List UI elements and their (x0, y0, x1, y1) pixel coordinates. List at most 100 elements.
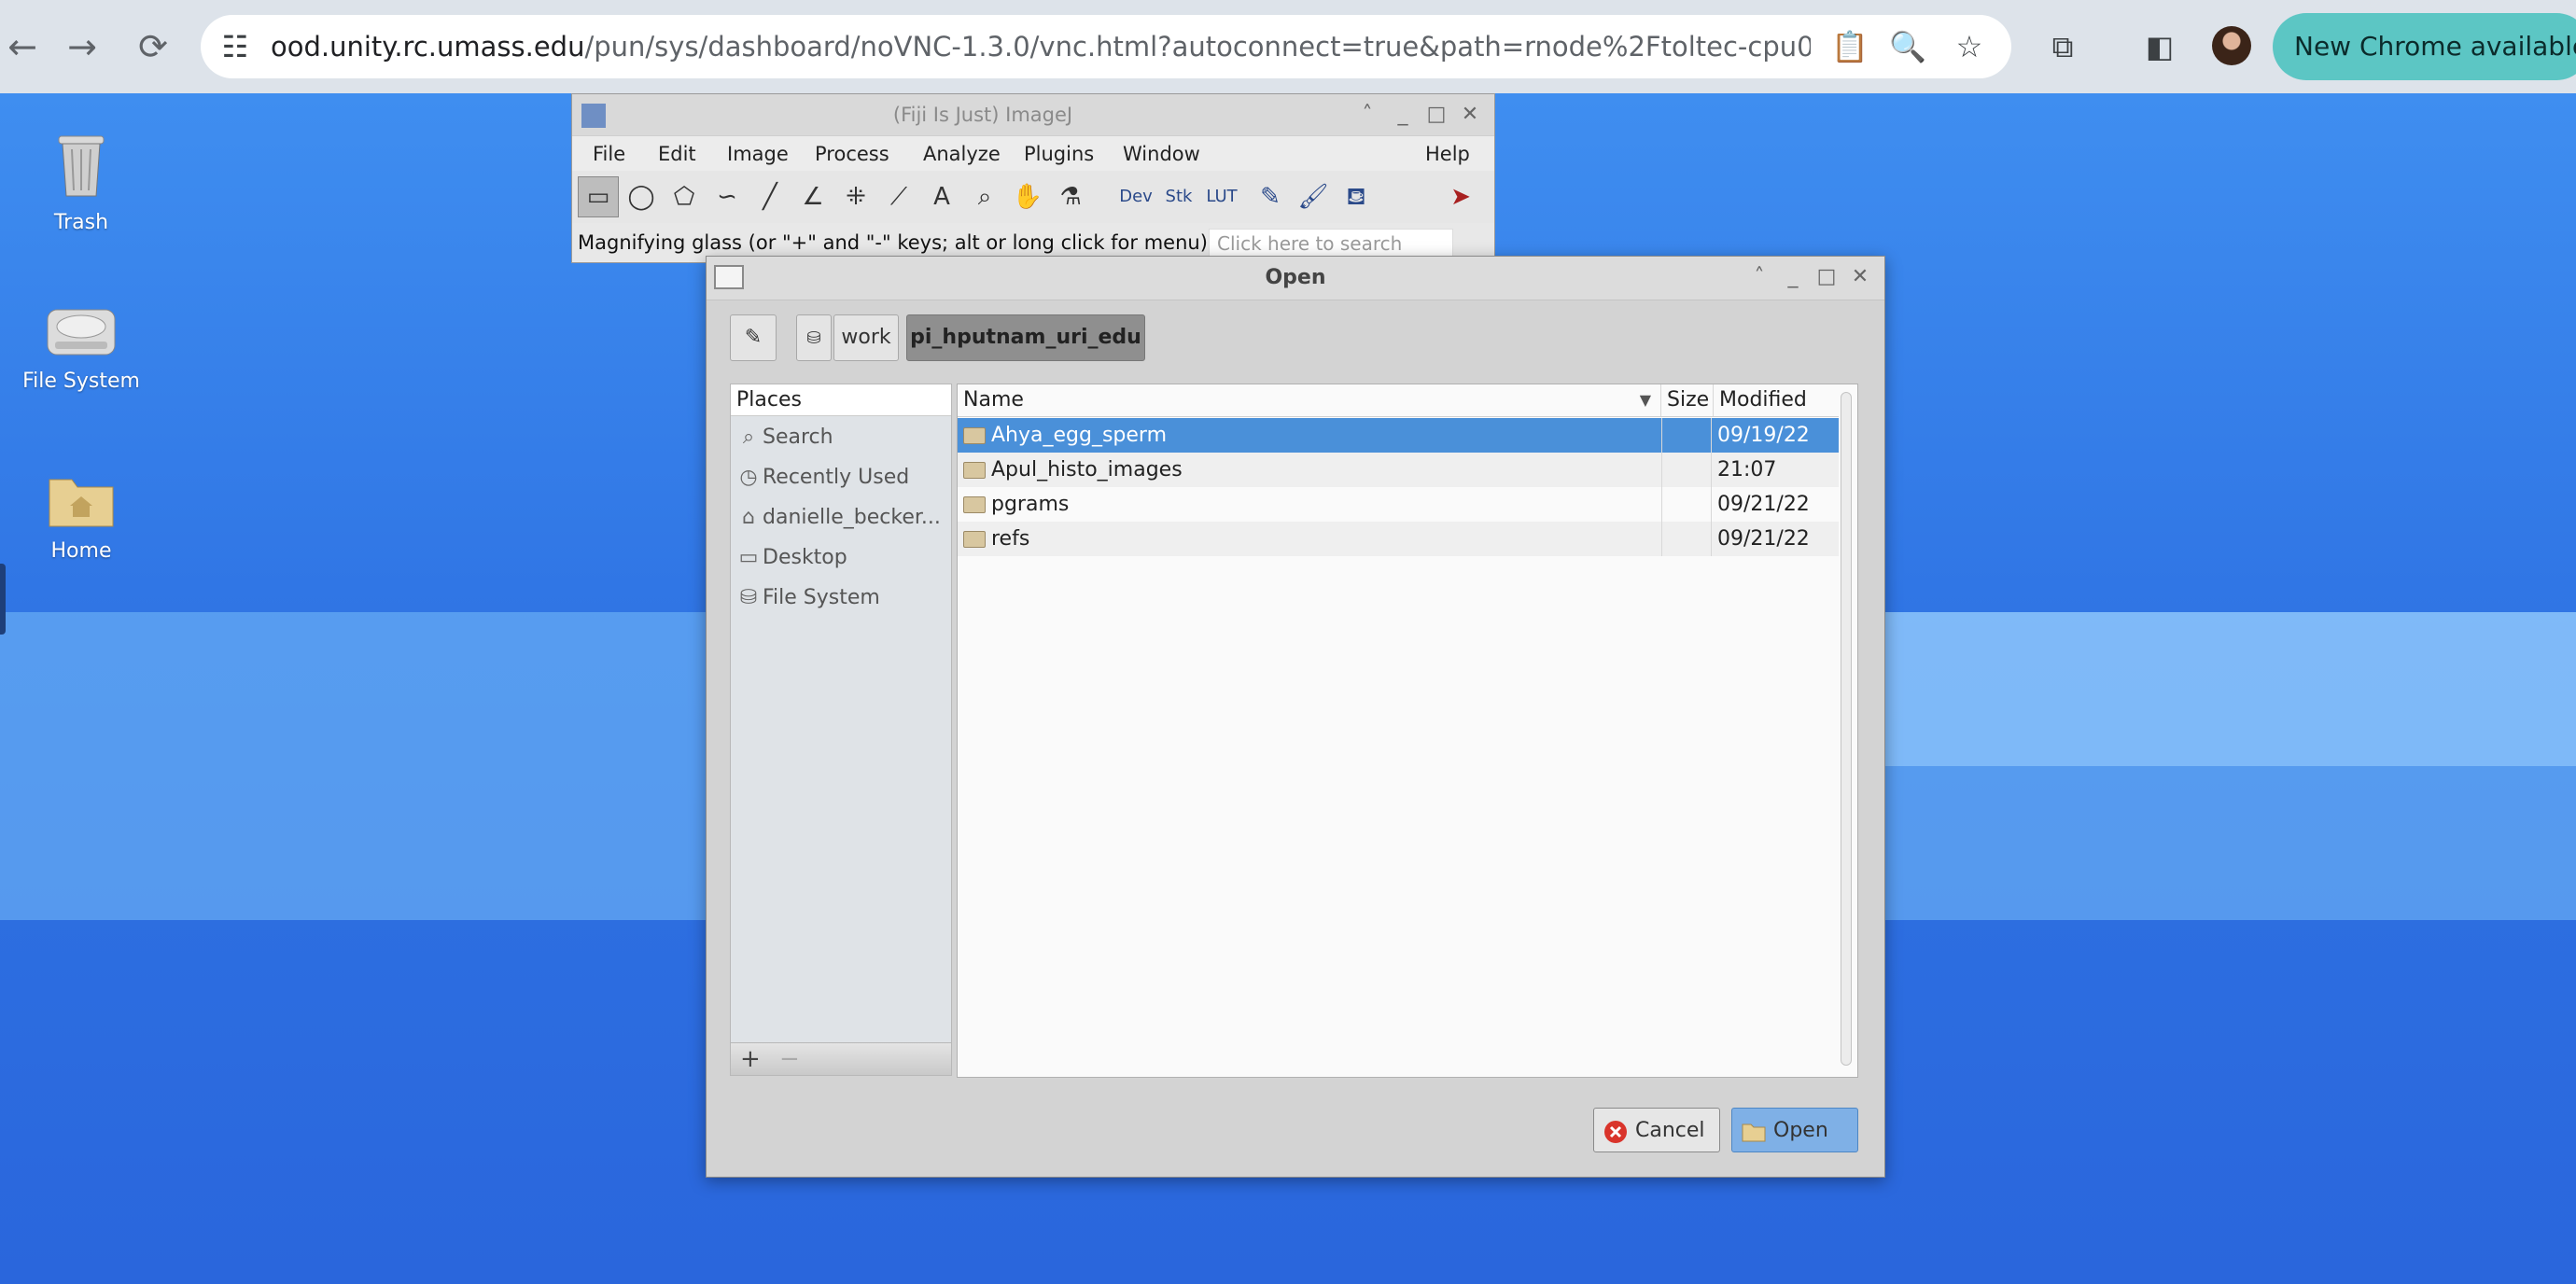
text-tool-icon[interactable]: A (921, 176, 962, 217)
file-row[interactable]: refs 09/21/22 (958, 522, 1839, 556)
file-name: Ahya_egg_sperm (991, 424, 1168, 447)
minimize-icon[interactable]: _ (1780, 264, 1806, 290)
menu-image[interactable]: Image (727, 136, 789, 172)
zoom-icon[interactable]: 🔍 (1885, 24, 1930, 69)
open-button[interactable]: Open (1731, 1108, 1858, 1152)
point-tool-icon[interactable]: ⁜ (835, 176, 876, 217)
imagej-titlebar[interactable]: (Fiji Is Just) ImageJ ˄ _ □ ✕ (572, 94, 1494, 135)
close-icon[interactable]: ✕ (1457, 102, 1483, 128)
magnifier-tool-icon[interactable]: ⌕ (964, 176, 1005, 217)
url-host: ood.unity.rc.umass.edu (271, 31, 585, 63)
remove-place-button[interactable]: − (779, 1043, 800, 1075)
place-label: Search (763, 426, 833, 449)
wand-tool-icon[interactable]: ⟋ (878, 176, 919, 217)
cancel-icon (1604, 1121, 1627, 1143)
extensions-icon[interactable]: ⧉ (2040, 24, 2085, 69)
dev-tool[interactable]: Dev (1115, 176, 1156, 217)
chrome-update-label: New Chrome available (2294, 31, 2576, 62)
pencil-tool-icon[interactable]: ✎ (1250, 176, 1291, 217)
folder-icon (963, 462, 986, 479)
file-row[interactable]: Apul_histo_images 21:07 (958, 453, 1839, 487)
column-modified[interactable]: Modified (1714, 384, 1839, 416)
place-search[interactable]: ⌕ Search (731, 418, 951, 457)
menu-help[interactable]: Help (1425, 136, 1470, 172)
stk-tool[interactable]: Stk (1158, 176, 1199, 217)
chrome-update-button[interactable]: New Chrome available (2273, 13, 2576, 80)
flood-fill-tool-icon[interactable]: ⛾ (1336, 176, 1377, 217)
oval-tool-icon[interactable]: ◯ (621, 176, 662, 217)
side-panel-icon[interactable]: ◧ (2137, 24, 2182, 69)
folder-icon (963, 427, 986, 444)
desktop-icon-trash[interactable]: Trash (2, 127, 161, 234)
clipboard-icon[interactable]: 📋 (1827, 24, 1872, 69)
search-icon: ⌕ (742, 426, 755, 449)
sort-down-icon: ▼ (1639, 391, 1651, 409)
file-size (1661, 522, 1712, 556)
place-home[interactable]: ⌂ danielle_becker... (731, 498, 951, 537)
trash-icon (58, 135, 105, 197)
cancel-button[interactable]: Cancel (1593, 1108, 1720, 1152)
file-row[interactable]: Ahya_egg_sperm 09/19/22 (958, 418, 1839, 453)
forward-icon[interactable]: → (60, 24, 105, 69)
maximize-icon[interactable]: □ (1813, 264, 1840, 290)
path-segment-current[interactable]: pi_hputnam_uri_edu (906, 314, 1145, 361)
menu-window[interactable]: Window (1123, 136, 1200, 172)
file-name: pgrams (991, 493, 1070, 516)
site-info-icon[interactable]: ☷ (213, 24, 258, 69)
place-label: danielle_becker... (763, 506, 941, 529)
angle-tool-icon[interactable]: ∠ (792, 176, 833, 217)
desktop-icon-label: Trash (53, 211, 109, 234)
more-tools-arrow-icon[interactable]: ➤ (1440, 176, 1481, 217)
imagej-window: (Fiji Is Just) ImageJ ˄ _ □ ✕ File Edit … (571, 93, 1495, 263)
search-input[interactable]: Click here to search (1209, 229, 1453, 257)
close-icon[interactable]: ✕ (1847, 264, 1873, 290)
open-dialog: Open ˄ _ □ ✕ ✎ ⛁ work pi_hputnam_uri_edu… (706, 256, 1885, 1178)
place-recently-used[interactable]: ◷ Recently Used (731, 458, 951, 497)
scroll-hand-tool-icon[interactable]: ✋ (1007, 176, 1048, 217)
bookmark-star-icon[interactable]: ☆ (1947, 24, 1992, 69)
profile-avatar[interactable] (2212, 26, 2251, 65)
menu-process[interactable]: Process (815, 136, 889, 172)
file-modified: 09/21/22 (1717, 527, 1810, 551)
place-file-system[interactable]: ⛁ File System (731, 579, 951, 618)
menu-plugins[interactable]: Plugins (1024, 136, 1094, 172)
dialog-titlebar[interactable]: Open ˄ _ □ ✕ (707, 257, 1884, 300)
polygon-tool-icon[interactable]: ⬠ (664, 176, 705, 217)
menu-edit[interactable]: Edit (658, 136, 696, 172)
rectangle-tool-icon[interactable]: ▭ (578, 176, 619, 217)
column-name[interactable]: Name ▼ (958, 384, 1661, 416)
path-root-button[interactable]: ⛁ (796, 314, 832, 361)
shade-icon[interactable]: ˄ (1746, 264, 1772, 290)
desktop-icon-file-system[interactable]: File System (2, 300, 161, 393)
minimize-icon[interactable]: _ (1390, 102, 1416, 128)
vertical-scrollbar[interactable] (1841, 392, 1852, 1066)
add-place-button[interactable]: + (740, 1043, 761, 1075)
line-tool-icon[interactable]: ╱ (749, 176, 791, 217)
place-desktop[interactable]: ▭ Desktop (731, 538, 951, 578)
desktop-icon: ▭ (738, 546, 759, 569)
shade-icon[interactable]: ˄ (1354, 102, 1380, 128)
menu-analyze[interactable]: Analyze (923, 136, 1001, 172)
place-label: Recently Used (763, 466, 910, 489)
brush-tool-icon[interactable]: 🖌 (1293, 176, 1334, 217)
lut-tool[interactable]: LUT (1201, 176, 1242, 217)
back-icon[interactable]: ← (0, 24, 45, 69)
url-text[interactable]: ood.unity.rc.umass.edu/pun/sys/dashboard… (271, 24, 1811, 69)
file-row[interactable]: pgrams 09/21/22 (958, 487, 1839, 522)
home-folder-icon (49, 479, 114, 527)
color-picker-tool-icon[interactable]: ⚗ (1050, 176, 1091, 217)
places-header: Places (731, 384, 951, 416)
column-name-label: Name (963, 388, 1024, 412)
desktop-wallpaper-band (1876, 612, 2576, 766)
menu-file[interactable]: File (593, 136, 625, 172)
maximize-icon[interactable]: □ (1423, 102, 1449, 128)
side-panel-handle[interactable] (0, 564, 6, 635)
freehand-tool-icon[interactable]: ∽ (707, 176, 748, 217)
column-size[interactable]: Size (1661, 384, 1714, 416)
clock-icon: ◷ (739, 466, 758, 489)
desktop-icon-home[interactable]: Home (2, 470, 161, 563)
folder-open-icon (1742, 1124, 1766, 1142)
path-segment-work[interactable]: work (833, 314, 899, 361)
reload-icon[interactable]: ⟳ (131, 24, 175, 69)
edit-location-button[interactable]: ✎ (730, 314, 777, 361)
